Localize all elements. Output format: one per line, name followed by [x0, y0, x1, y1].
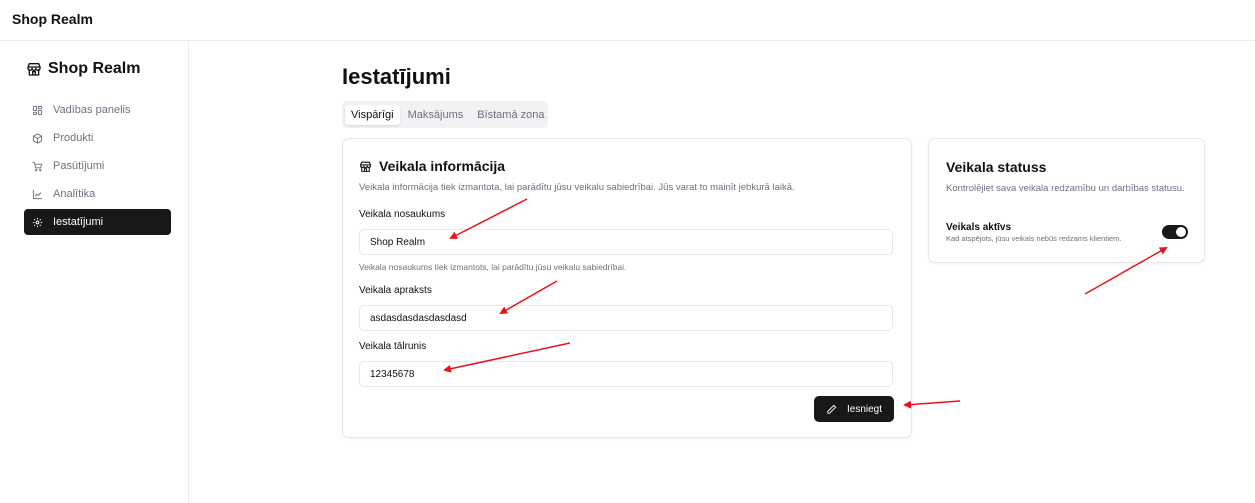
sidebar-item-products[interactable]: Produkti — [24, 125, 171, 151]
store-status-title: Veikala statuss — [946, 159, 1047, 175]
store-info-description: Veikala informācija tiek izmantota, lai … — [359, 182, 795, 193]
store-info-heading: Veikala informācija — [359, 158, 505, 174]
sidebar: Shop Realm Vadības panelis Produkti Pasū… — [0, 41, 189, 503]
sidebar-nav: Vadības panelis Produkti Pasūtījumi Anal… — [24, 97, 171, 237]
sidebar-item-settings[interactable]: Iestatījumi — [24, 209, 171, 235]
sidebar-item-label: Analītika — [53, 188, 96, 200]
store-phone-label: Veikala tālrunis — [359, 341, 427, 352]
tab-payment[interactable]: Maksājums — [402, 105, 470, 125]
dashboard-icon — [32, 105, 43, 115]
sidebar-item-dashboard[interactable]: Vadības panelis — [24, 97, 171, 123]
package-icon — [32, 132, 43, 144]
submit-button[interactable]: Iesniegt — [814, 396, 894, 422]
pencil-icon — [827, 404, 837, 414]
gear-icon — [32, 217, 43, 227]
app-title: Shop Realm — [12, 11, 93, 27]
store-active-help: Kad atspējots, jūsu veikals nebūs redzam… — [946, 234, 1122, 243]
page-title: Iestatījumi — [342, 64, 451, 89]
sidebar-item-label: Iestatījumi — [53, 216, 104, 228]
toggle-knob — [1176, 227, 1186, 237]
cart-icon — [32, 161, 43, 171]
store-description-input[interactable] — [359, 305, 893, 331]
store-name-input[interactable] — [359, 229, 893, 255]
chart-icon — [32, 189, 43, 199]
store-status-card: Veikala statuss Kontrolējiet sava veikal… — [928, 138, 1205, 263]
settings-tabs: Vispārīgi Maksājums Bīstamā zona — [342, 101, 548, 128]
sidebar-brand[interactable]: Shop Realm — [26, 60, 140, 78]
sidebar-item-label: Produkti — [53, 132, 94, 144]
top-bar: Shop Realm — [0, 0, 1255, 41]
store-name-label: Veikala nosaukums — [359, 209, 446, 220]
tab-danger-zone[interactable]: Bīstamā zona — [471, 105, 550, 125]
sidebar-item-label: Pasūtījumi — [53, 160, 105, 172]
sidebar-item-label: Vadības panelis — [53, 104, 131, 116]
store-active-label: Veikals aktīvs — [946, 222, 1012, 233]
store-info-title: Veikala informācija — [379, 158, 506, 174]
store-status-description: Kontrolējiet sava veikala redzamību un d… — [946, 183, 1185, 194]
sidebar-item-orders[interactable]: Pasūtījumi — [24, 153, 171, 179]
submit-button-label: Iesniegt — [846, 403, 883, 415]
store-phone-input[interactable] — [359, 361, 893, 387]
store-name-help: Veikala nosaukums tiek izmantots, lai pa… — [359, 262, 627, 272]
annotation-arrow — [903, 400, 961, 409]
store-description-label: Veikala apraksts — [359, 285, 432, 296]
store-icon — [360, 161, 371, 172]
store-active-toggle[interactable] — [1162, 225, 1188, 239]
sidebar-item-analytics[interactable]: Analītika — [24, 181, 171, 207]
tab-general[interactable]: Vispārīgi — [345, 104, 400, 125]
store-info-card: Veikala informācija Veikala informācija … — [342, 138, 912, 438]
sidebar-brand-label: Shop Realm — [48, 60, 141, 77]
store-icon — [27, 63, 41, 76]
